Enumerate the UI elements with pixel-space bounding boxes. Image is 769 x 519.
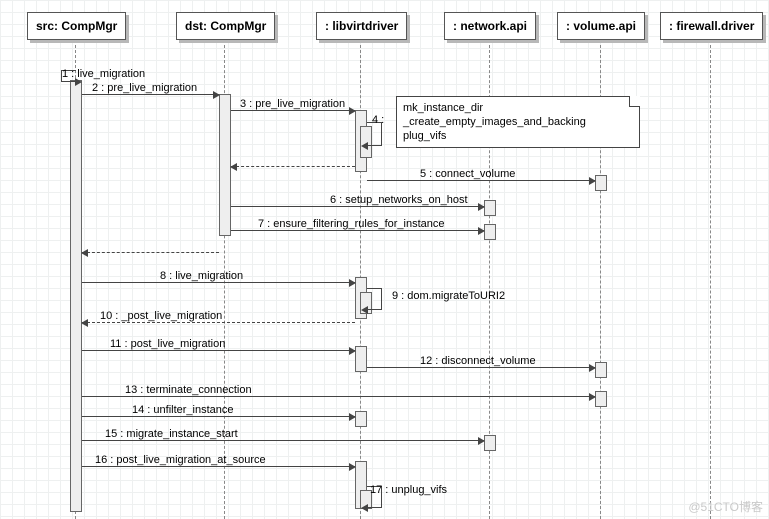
msg-9: 9 : dom.migrateToURI2 — [392, 290, 505, 302]
activation-net-2 — [484, 224, 496, 240]
note-line2: _create_empty_images_and_backing — [403, 116, 586, 128]
msg-3: 3 : pre_live_migration — [240, 98, 345, 110]
actor-vol: : volume.api — [557, 12, 645, 40]
msg-16: 16 : post_live_migration_at_source — [95, 454, 266, 466]
actor-src-label: src: CompMgr — [36, 19, 117, 33]
actor-vol-label: : volume.api — [566, 19, 636, 33]
actor-dst-label: dst: CompMgr — [185, 19, 266, 33]
actor-net-label: : network.api — [453, 19, 527, 33]
actor-fw-label: : firewall.driver — [669, 19, 754, 33]
lifeline-fw — [710, 40, 711, 519]
activation-vol-3 — [595, 391, 607, 407]
arrow-8 — [82, 282, 355, 283]
arrow-5 — [367, 180, 595, 181]
actor-fw: : firewall.driver — [660, 12, 763, 40]
msg-13: 13 : terminate_connection — [125, 384, 252, 396]
arrow-7 — [231, 230, 484, 231]
msg-8: 8 : live_migration — [160, 270, 243, 282]
msg-5: 5 : connect_volume — [420, 168, 515, 180]
msg-14: 14 : unfilter_instance — [132, 404, 234, 416]
arrow-14 — [82, 416, 355, 417]
return-3 — [231, 166, 355, 167]
activation-drv-3 — [355, 346, 367, 372]
arrow-11 — [82, 350, 355, 351]
activation-vol-2 — [595, 362, 607, 378]
msg-7: 7 : ensure_filtering_rules_for_instance — [258, 218, 445, 230]
arrow-6 — [231, 206, 484, 207]
return-pre — [82, 252, 219, 253]
activation-drv-4 — [355, 411, 367, 427]
arrow-15 — [82, 440, 484, 441]
arrow-3 — [231, 110, 355, 111]
arrow-12 — [367, 367, 595, 368]
msg-11: 11 : post_live_migration — [110, 338, 225, 350]
arrow-16 — [82, 466, 355, 467]
note-line1: mk_instance_dir — [403, 102, 483, 114]
actor-src: src: CompMgr — [27, 12, 126, 40]
msg-1: 1 : live_migration — [62, 68, 145, 80]
arrow-13 — [82, 396, 595, 397]
watermark: @51CTO博客 — [688, 498, 763, 515]
activation-net-1 — [484, 200, 496, 216]
msg-10: 10 : _post_live_migration — [100, 310, 222, 322]
actor-dst: dst: CompMgr — [176, 12, 275, 40]
msg-6: 6 : setup_networks_on_host — [330, 194, 468, 206]
actor-drv-label: : libvirtdriver — [325, 19, 398, 33]
msg-17: 17 : unplug_vifs — [370, 484, 447, 496]
self-call-9 — [367, 288, 382, 310]
msg-15: 15 : migrate_instance_start — [105, 428, 238, 440]
activation-vol-1 — [595, 175, 607, 191]
note: mk_instance_dir _create_empty_images_and… — [396, 96, 640, 148]
msg-12: 12 : disconnect_volume — [420, 355, 536, 367]
msg-4: 4 : — [372, 114, 384, 126]
note-line3: plug_vifs — [403, 130, 446, 142]
activation-src — [70, 80, 82, 512]
arrow-2 — [82, 94, 219, 95]
activation-net-3 — [484, 435, 496, 451]
msg-2: 2 : pre_live_migration — [92, 82, 197, 94]
actor-net: : network.api — [444, 12, 536, 40]
actor-drv: : libvirtdriver — [316, 12, 407, 40]
arrow-10 — [82, 322, 355, 323]
